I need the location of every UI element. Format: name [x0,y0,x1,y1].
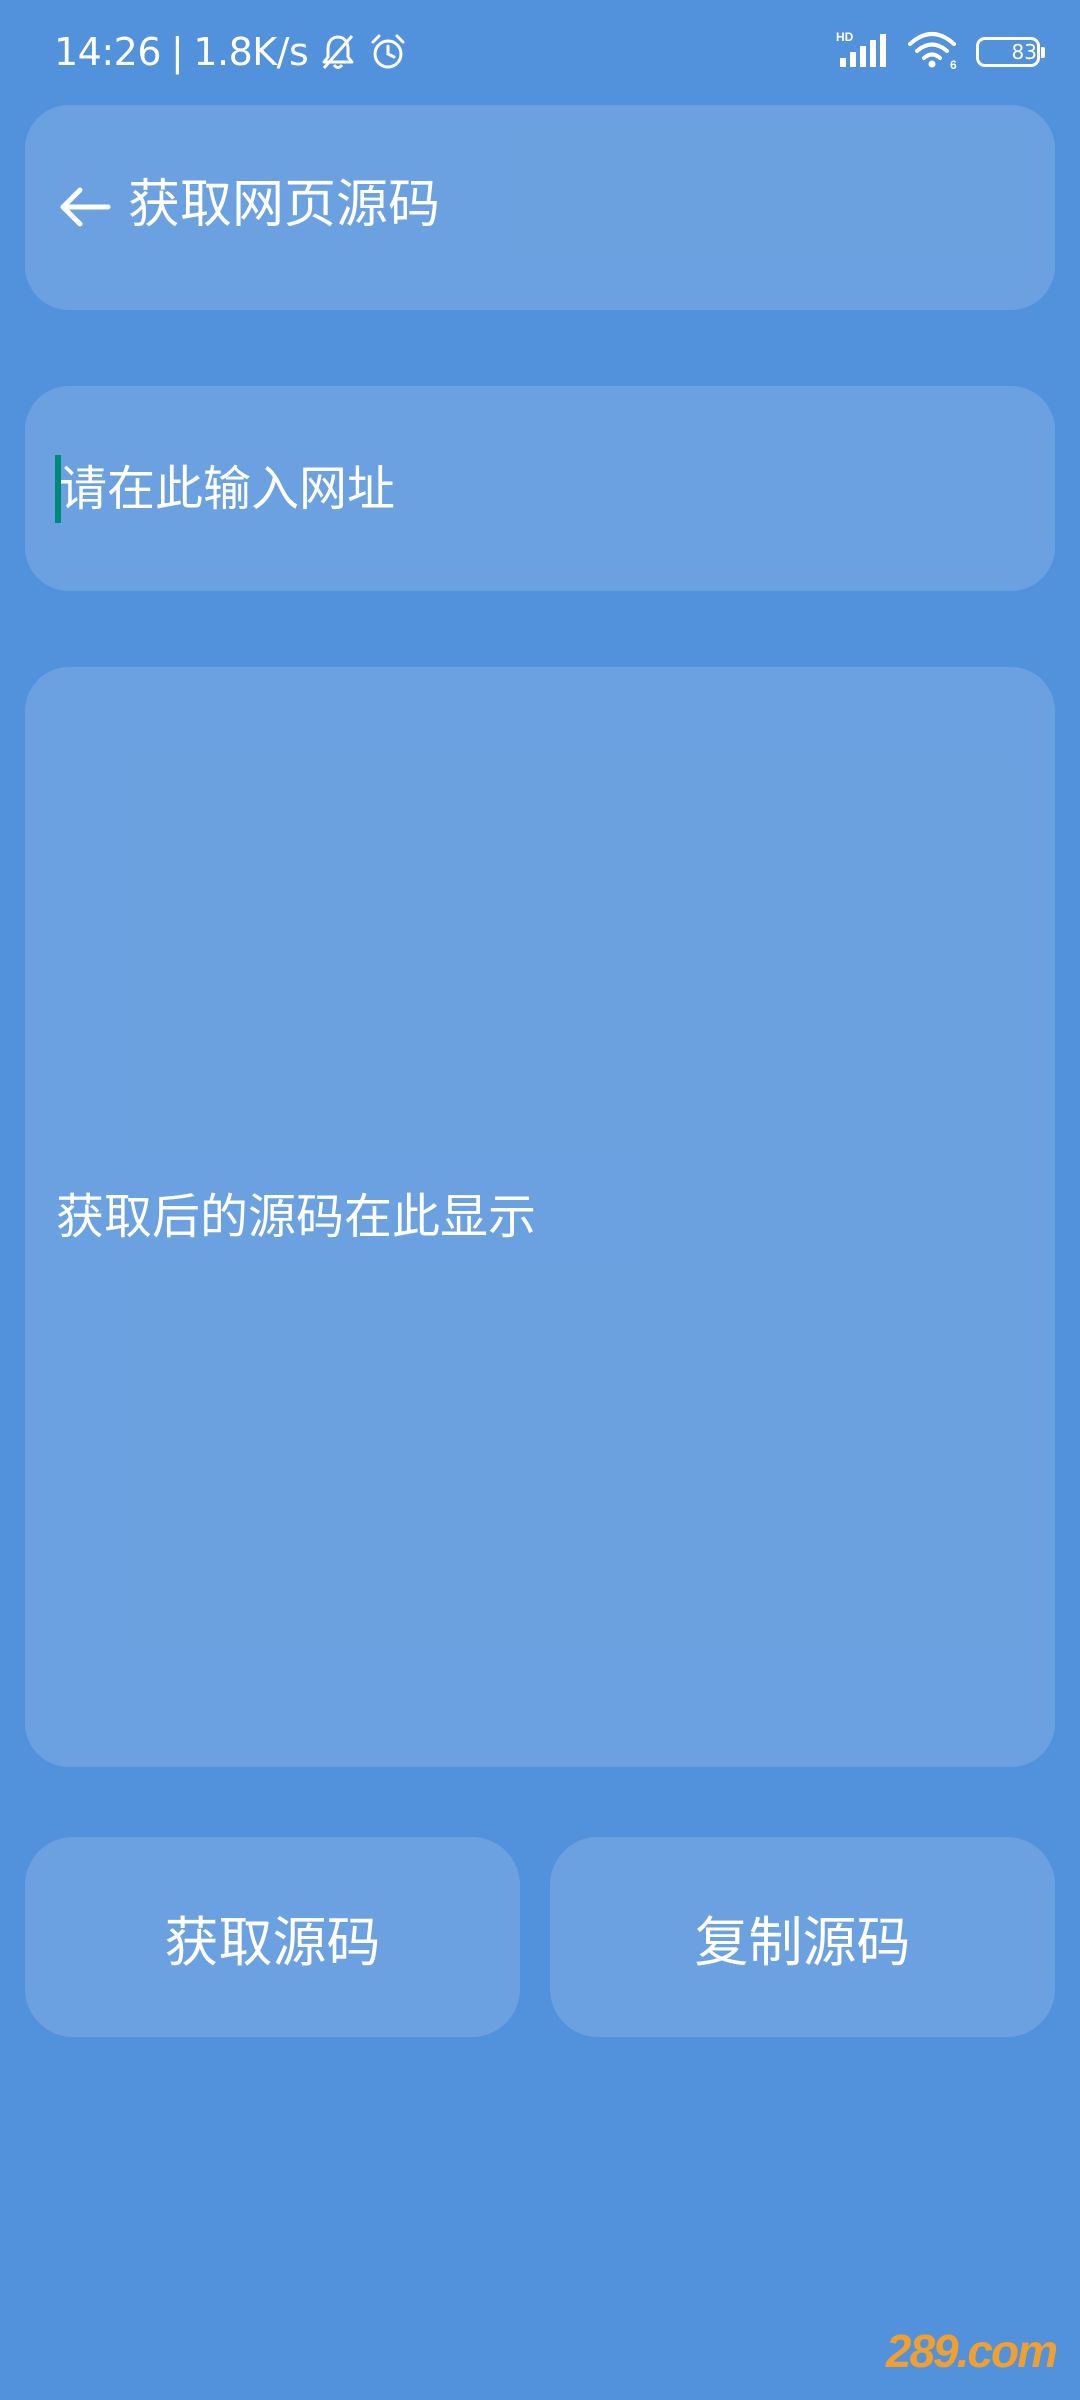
status-right: HD 6 83 [836,24,1045,80]
watermark-logo: 289.com [885,2318,1058,2378]
wifi-6-label: 6 [950,58,957,70]
watermark-text: 289.com [885,2325,1058,2377]
battery-level: 83 [1011,40,1037,64]
net-speed: 1.8K/s [193,30,309,74]
text-cursor [55,455,61,523]
bell-muted-icon [318,32,358,72]
fetch-source-label: 获取源码 [164,1910,381,1974]
status-bar: 14:26 | 1.8K/s HD 6 83 [0,0,1080,100]
url-input[interactable] [55,455,1019,523]
page-title: 获取网页源码 [128,175,441,235]
source-output-placeholder: 获取后的源码在此显示 [56,1189,537,1245]
wifi-icon: 6 [908,30,960,74]
hd-label: HD [836,30,854,44]
fetch-source-button[interactable]: 获取源码 [25,1837,520,2037]
copy-source-label: 复制源码 [694,1910,911,1974]
arrow-left-icon[interactable] [58,180,112,234]
status-time: 14:26 [54,30,162,74]
cellular-signal-icon: HD [836,30,892,74]
status-separator: | [171,30,184,74]
alarm-icon [368,32,408,72]
copy-source-button[interactable]: 复制源码 [550,1837,1055,2037]
battery-icon: 83 [976,37,1045,67]
status-left: 14:26 | 1.8K/s [54,22,408,82]
